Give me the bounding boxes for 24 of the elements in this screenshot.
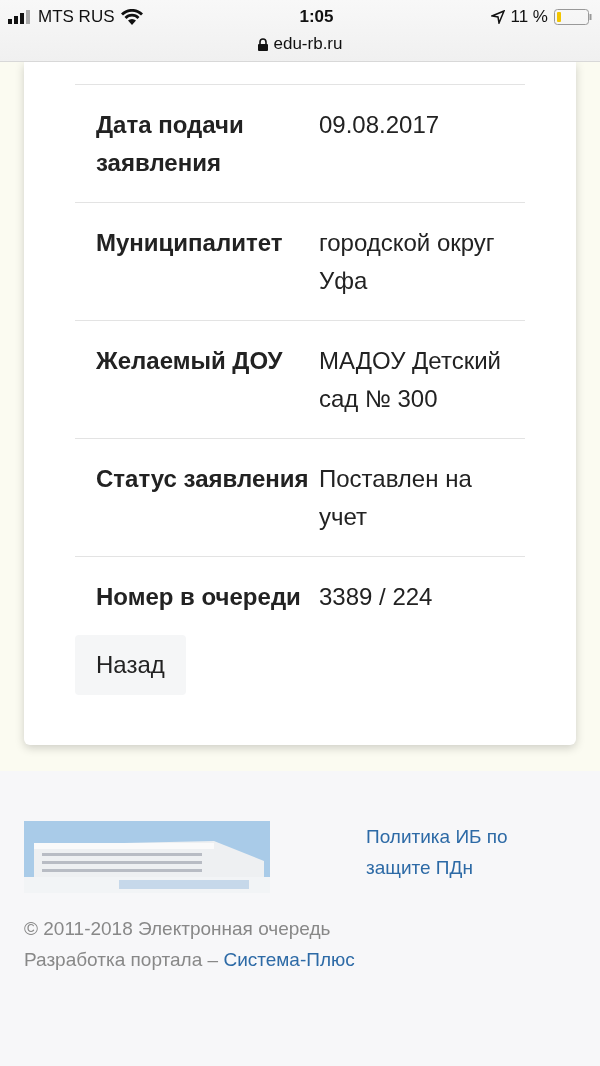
battery-percent: 11 %: [510, 7, 548, 27]
developer-link[interactable]: Система-Плюс: [223, 949, 355, 970]
developer-credit: Разработка портала –: [24, 949, 219, 970]
location-arrow-icon: [490, 10, 505, 24]
field-label: Номер в очереди: [95, 582, 302, 612]
lock-icon: [257, 37, 268, 51]
back-button[interactable]: Назад: [75, 635, 186, 695]
field-value: МАДОУ Детский сад № 300: [319, 346, 502, 414]
field-label: Муниципалитет: [95, 228, 284, 258]
clock-time: 1:05: [299, 7, 334, 27]
wifi-icon: [120, 9, 143, 25]
copyright-text: © 2011-2018 Электронная очередь: [24, 917, 332, 941]
carrier-name: MTS RUS: [38, 7, 115, 27]
battery-icon: [554, 9, 592, 25]
field-label: Дата подачи заявления: [95, 110, 245, 178]
field-value: городской округ Уфа: [319, 228, 496, 296]
page-url[interactable]: edu-rb.ru: [273, 34, 343, 54]
signal-icon: [8, 10, 32, 24]
field-label: Желаемый ДОУ: [95, 346, 284, 376]
field-value: 3389 / 224: [319, 582, 434, 612]
field-value: 09.08.2017: [319, 110, 441, 140]
field-label: Статус заявления: [95, 464, 310, 494]
field-value: Поставлен на учет: [319, 464, 473, 532]
privacy-policy-link[interactable]: Политика ИБ по защите ПДн: [366, 821, 576, 883]
